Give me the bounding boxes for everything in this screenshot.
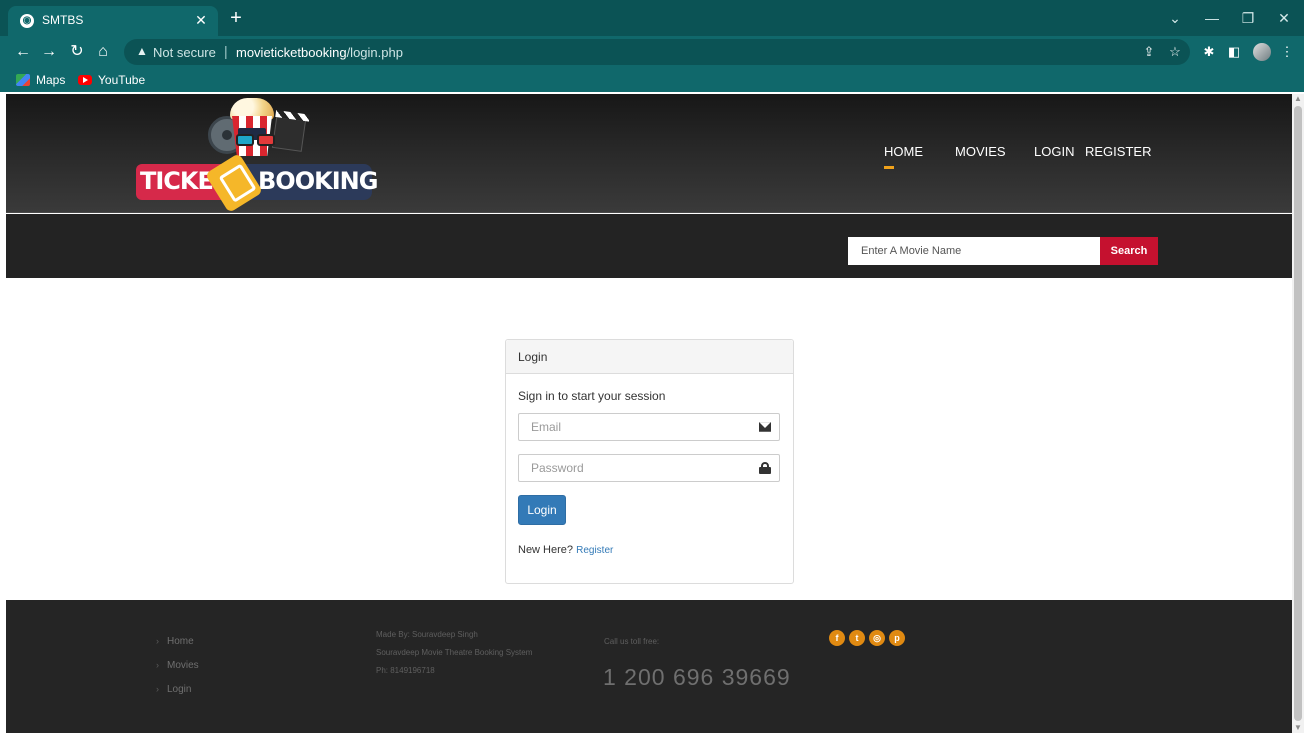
star-icon[interactable]: ☆ [1166,43,1184,61]
email-field[interactable] [518,413,780,441]
maps-icon [16,74,30,86]
login-panel: Login Sign in to start your session Logi… [505,339,794,584]
profile-avatar[interactable] [1253,43,1271,61]
footer-link-movies[interactable]: › Movies [156,660,199,671]
scroll-up-arrow[interactable]: ▲ [1294,95,1302,103]
twitter-icon[interactable]: t [849,630,865,646]
scroll-down-arrow[interactable]: ▼ [1294,724,1302,732]
ticket-icon [204,152,264,214]
address-bar[interactable]: ▲ Not secure | movieticketbooking/login.… [124,39,1190,65]
footer-link-login[interactable]: › Login [156,684,191,695]
password-input[interactable] [519,455,749,481]
login-button[interactable]: Login [518,495,566,525]
nav-home-label: HOME [884,144,923,159]
footer-link-home[interactable]: › Home [156,636,194,647]
footer-link-movies-label: Movies [167,660,199,671]
close-icon[interactable]: ✕ [192,11,210,29]
new-here-text: New Here? [518,544,574,556]
url-text[interactable]: movieticketbooking/login.php [236,45,403,60]
security-label[interactable]: Not secure [153,45,216,60]
browser-toolbar: ← → ↻ ⌂ ▲ Not secure | movieticketbookin… [0,36,1304,68]
page-viewport: TICKE BOOKING HOME MOVIES LOGIN REGISTER… [6,94,1292,733]
address-separator: | [224,43,228,59]
bookmark-youtube[interactable]: YouTube [78,72,145,88]
back-button[interactable]: ← [12,41,34,63]
page-scrollbar[interactable]: ▲ ▼ [1292,94,1304,733]
footer-link-home-label: Home [167,636,194,647]
new-tab-button[interactable]: + [226,8,246,29]
bookmark-maps[interactable]: Maps [16,72,65,88]
search-bar: Search [6,214,1292,278]
home-button[interactable]: ⌂ [92,41,114,63]
made-by-text: Made By: Souravdeep Singh [376,630,478,639]
nav-login[interactable]: LOGIN [1034,144,1074,159]
nav-home[interactable]: HOME [884,144,923,169]
password-field[interactable] [518,454,780,482]
url-path: /login.php [346,45,403,60]
login-title: Login [518,350,548,364]
pinterest-icon[interactable]: p [889,630,905,646]
bookmark-youtube-label: YouTube [98,73,146,87]
register-prompt: New Here? Register [518,544,613,556]
clapperboard-icon [271,116,307,152]
movie-search-input[interactable] [848,237,1100,265]
envelope-icon [759,422,771,432]
toll-free-label: Call us toll free: [604,637,660,646]
toll-free-number: 1 200 696 39669 [603,664,791,690]
browser-tab-strip: ◉ SMTBS ✕ + ⌄ — ❐ ✕ [0,0,1304,36]
nav-register[interactable]: REGISTER [1085,144,1151,159]
extensions-icon[interactable]: ✱ [1200,43,1218,61]
warning-icon: ▲ [136,44,148,58]
login-subtitle: Sign in to start your session [518,389,666,403]
chevron-right-icon: › [156,684,159,694]
chevron-right-icon: › [156,636,159,646]
site-footer: › Home › Movies › Login Made By: Souravdeep… [6,600,1292,733]
bookmarks-bar: Maps YouTube [0,68,1304,92]
footer-link-login-label: Login [167,684,192,695]
youtube-icon [78,75,92,85]
logo-wordmark: TICKE BOOKING [136,152,378,214]
minimize-button[interactable]: — [1202,8,1222,28]
chevron-right-icon: › [156,660,159,670]
site-header: TICKE BOOKING HOME MOVIES LOGIN REGISTER [6,94,1292,214]
facebook-icon[interactable]: f [829,630,845,646]
system-name-text: Souravdeep Movie Theatre Booking System [376,648,533,657]
logo-text-left: TICKE [140,167,214,195]
share-icon[interactable]: ⇪ [1140,43,1158,61]
register-link[interactable]: Register [576,545,613,556]
url-host: movieticketbooking [236,45,347,60]
search-button[interactable]: Search [1100,237,1158,265]
side-panel-icon[interactable]: ◧ [1225,43,1243,61]
dribbble-icon[interactable]: ◎ [869,630,885,646]
nav-active-indicator [884,166,894,169]
site-logo[interactable]: TICKE BOOKING [136,96,378,214]
3d-glasses-icon [236,134,276,148]
restore-button[interactable]: ❐ [1238,8,1258,28]
scrollbar-thumb[interactable] [1294,106,1302,721]
email-input[interactable] [519,414,749,440]
menu-icon[interactable]: ⋮ [1278,43,1296,61]
lock-icon [759,462,771,474]
browser-tab[interactable]: ◉ SMTBS ✕ [8,6,218,36]
login-panel-header: Login [506,340,793,374]
tab-search-icon[interactable]: ⌄ [1165,8,1185,28]
tab-title: SMTBS [42,13,84,27]
reload-button[interactable]: ↻ [66,41,88,63]
bookmark-maps-label: Maps [36,73,66,87]
forward-button[interactable]: → [38,41,60,63]
logo-text-right: BOOKING [258,167,378,195]
phone-text: Ph: 8149196718 [376,666,435,675]
globe-icon: ◉ [20,14,34,28]
nav-movies[interactable]: MOVIES [955,144,1006,159]
close-window-button[interactable]: ✕ [1274,8,1294,28]
